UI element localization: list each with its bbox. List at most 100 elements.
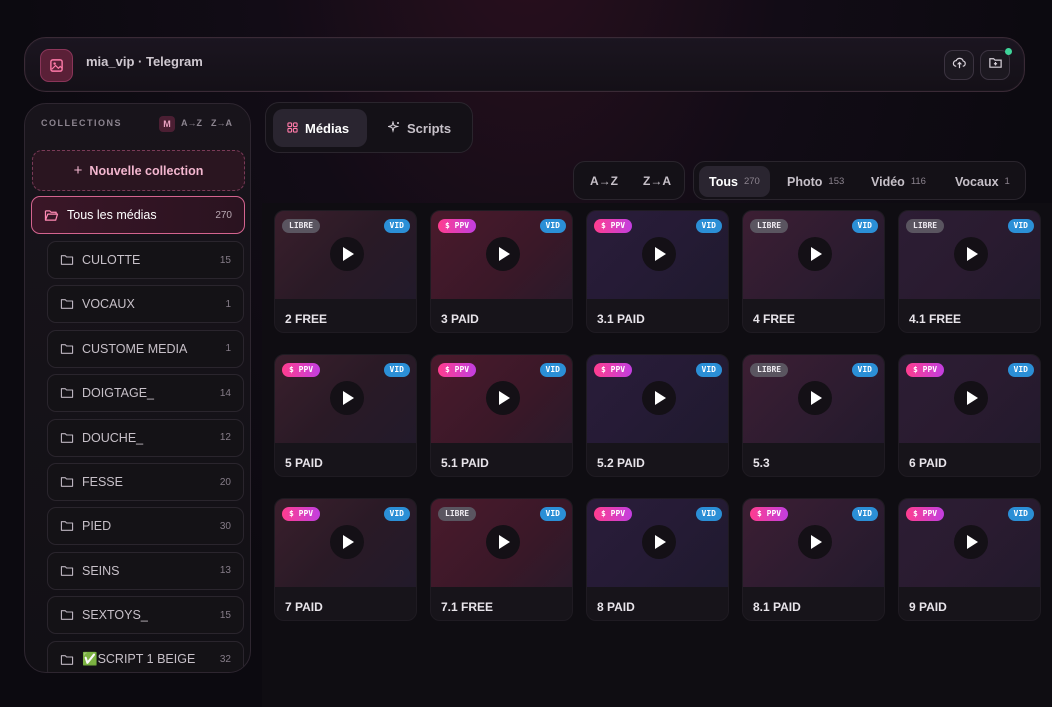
media-card[interactable]: $ PPV VID 5 PAID [274, 354, 417, 477]
tab-label: Médias [305, 120, 350, 136]
play-icon[interactable] [954, 237, 988, 271]
sidebar-item-all-media[interactable]: Tous les médias 270 [31, 196, 245, 234]
add-folder-button[interactable] [980, 48, 1012, 80]
media-card[interactable]: $ PPV VID 8 PAID [586, 498, 729, 621]
access-badge: LIBRE [438, 507, 477, 521]
type-badge: VID [539, 507, 566, 521]
media-title: 7.1 FREE [441, 600, 494, 614]
access-badge: $ PPV [438, 219, 477, 233]
media-card[interactable]: $ PPV VID 6 PAID [898, 354, 1041, 477]
sidebar-item-label: CUSTOME MEDIA [82, 341, 188, 356]
sort-za-button[interactable]: Z→A [643, 174, 671, 188]
folder-icon [60, 298, 74, 310]
tab-scripts[interactable]: Scripts [374, 109, 465, 147]
item-count: 1 [225, 298, 231, 310]
play-icon[interactable] [798, 525, 832, 559]
new-collection-button[interactable]: + Nouvelle collection [32, 150, 245, 191]
media-card[interactable]: $ PPV VID 5.1 PAID [430, 354, 573, 477]
access-badge: $ PPV [594, 507, 633, 521]
sidebar-item-collection[interactable]: CUSTOME MEDIA 1 [47, 329, 244, 368]
sidebar-item-label: SEINS [82, 563, 120, 578]
media-title: 8 PAID [597, 600, 635, 614]
access-badge: $ PPV [594, 219, 633, 233]
tab-medias[interactable]: Médias [273, 109, 367, 147]
sort-za-button[interactable]: Z→A [211, 118, 232, 128]
play-icon[interactable] [330, 525, 364, 559]
media-card[interactable]: $ PPV VID 7 PAID [274, 498, 417, 621]
view-tabs: Médias Scripts [265, 102, 473, 153]
media-card[interactable]: $ PPV VID 3 PAID [430, 210, 573, 333]
media-card[interactable]: LIBRE VID 4.1 FREE [898, 210, 1041, 333]
media-card[interactable]: LIBRE VID 4 FREE [742, 210, 885, 333]
item-count: 32 [219, 654, 231, 666]
filter-count: 270 [743, 176, 760, 187]
sidebar-item-collection[interactable]: SEINS 13 [47, 551, 244, 590]
media-card[interactable]: LIBRE VID 5.3 [742, 354, 885, 477]
collections-sidebar: COLLECTIONS M A→Z Z→A + Nouvelle collect… [24, 103, 251, 673]
type-badge: VID [383, 507, 410, 521]
media-card[interactable]: LIBRE VID 2 FREE [274, 210, 417, 333]
sidebar-item-collection[interactable]: SEXTOYS_ 15 [47, 596, 244, 635]
upload-button[interactable] [944, 50, 974, 80]
media-card[interactable]: LIBRE VID 7.1 FREE [430, 498, 573, 621]
item-count: 14 [219, 387, 231, 399]
sidebar-item-label: CULOTTE [82, 253, 141, 267]
play-icon[interactable] [642, 525, 676, 559]
item-count: 1 [225, 343, 231, 355]
filter-photo[interactable]: Photo 153 [777, 166, 854, 197]
play-icon[interactable] [330, 381, 364, 415]
sidebar-item-collection[interactable]: VOCAUX 1 [47, 285, 244, 324]
sort-az-button[interactable]: A→Z [181, 118, 202, 128]
type-badge: VID [695, 219, 722, 233]
sidebar-item-collection[interactable]: ✅SCRIPT 1 BEIGE 32 [47, 640, 244, 672]
sidebar-item-label: Tous les médias [67, 208, 157, 222]
media-title: 5 PAID [285, 456, 323, 470]
media-card[interactable]: $ PPV VID 9 PAID [898, 498, 1041, 621]
media-title: 4 FREE [753, 312, 796, 326]
folder-icon [60, 254, 74, 266]
folder-icon [60, 609, 74, 621]
media-title: 5.1 PAID [441, 456, 489, 470]
sidebar-item-label: VOCAUX [82, 297, 135, 312]
sparkle-icon [386, 119, 400, 136]
sidebar-item-collection[interactable]: DOUCHE_ 12 [47, 418, 244, 457]
filter-vocaux[interactable]: Vocaux 1 [945, 166, 1020, 197]
type-badge: VID [695, 363, 722, 377]
type-filters: Tous 270 Photo 153 Vidéo 116 Vocaux 1 [693, 161, 1026, 200]
sidebar-item-label: FESSE [82, 475, 123, 489]
play-icon[interactable] [642, 237, 676, 271]
play-icon[interactable] [486, 237, 520, 271]
sort-manual-button[interactable]: M [159, 116, 175, 132]
sidebar-item-label: SEXTOYS_ [82, 608, 148, 623]
play-icon[interactable] [798, 381, 832, 415]
sidebar-item-collection[interactable]: FESSE 20 [47, 463, 244, 501]
access-badge: $ PPV [594, 363, 633, 377]
sidebar-item-collection[interactable]: DOIGTAGE_ 14 [47, 374, 244, 413]
media-card[interactable]: $ PPV VID 8.1 PAID [742, 498, 885, 621]
filter-label: Vidéo [871, 174, 905, 189]
sidebar-item-collection[interactable]: CULOTTE 15 [47, 241, 244, 279]
sort-az-button[interactable]: A→Z [590, 174, 618, 188]
media-title: 5.2 PAID [597, 456, 645, 470]
play-icon[interactable] [954, 525, 988, 559]
item-count: 20 [219, 476, 231, 488]
play-icon[interactable] [642, 381, 676, 415]
media-card[interactable]: $ PPV VID 3.1 PAID [586, 210, 729, 333]
media-card[interactable]: $ PPV VID 5.2 PAID [586, 354, 729, 477]
sidebar-item-collection[interactable]: PIED 30 [47, 507, 244, 546]
sidebar-heading: COLLECTIONS [41, 118, 122, 128]
sidebar-item-label: PIED [82, 519, 112, 534]
play-icon[interactable] [486, 525, 520, 559]
play-icon[interactable] [954, 381, 988, 415]
type-badge: VID [539, 219, 566, 233]
filter-video[interactable]: Vidéo 116 [861, 166, 936, 197]
item-count: 15 [219, 609, 231, 621]
item-count: 15 [219, 254, 231, 266]
play-icon[interactable] [330, 237, 364, 271]
folder-icon [60, 343, 74, 355]
filter-tous[interactable]: Tous 270 [699, 166, 770, 197]
folder-icon [60, 387, 74, 399]
play-icon[interactable] [798, 237, 832, 271]
image-icon[interactable] [40, 49, 73, 82]
play-icon[interactable] [486, 381, 520, 415]
